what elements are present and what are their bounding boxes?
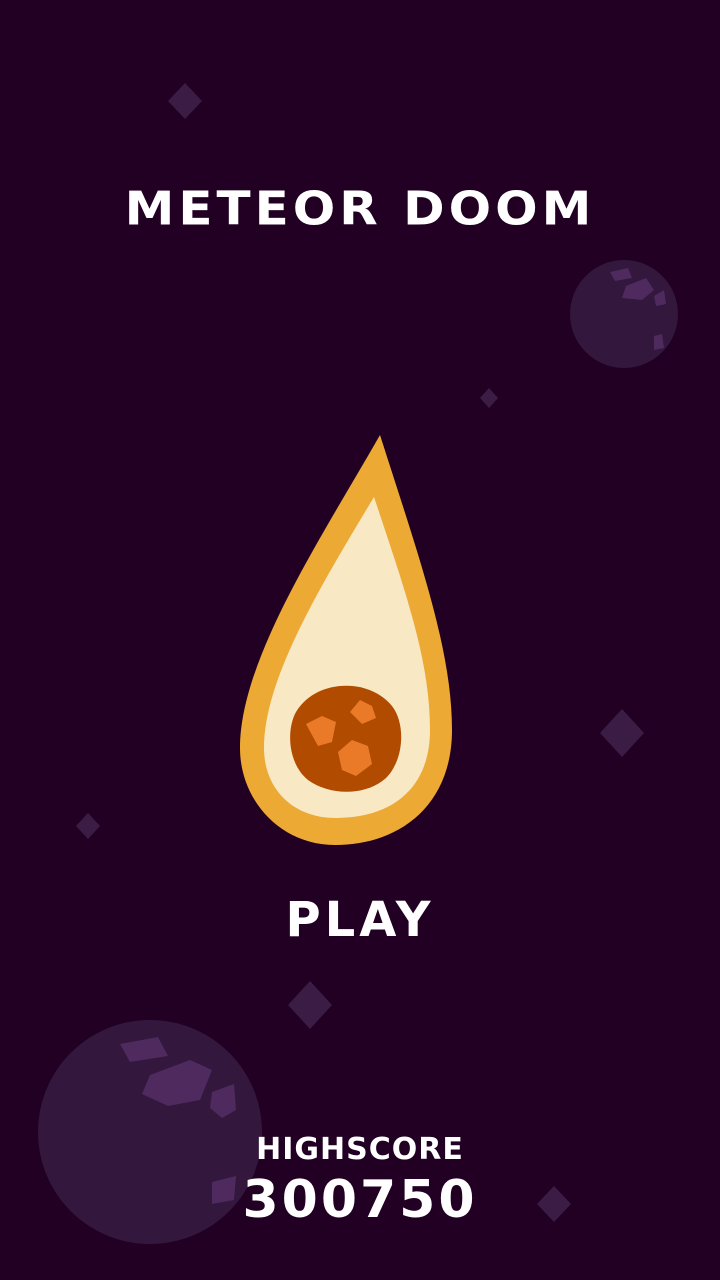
highscore-value: 300750 (242, 1170, 478, 1230)
star-decoration (600, 709, 644, 757)
planet-small (570, 260, 678, 368)
highscore-label: HIGHSCORE (256, 1132, 464, 1167)
star-decoration (288, 981, 332, 1029)
game-title: METEOR DOOM (124, 182, 596, 236)
play-button[interactable]: PLAY (0, 892, 720, 948)
star-decoration (168, 83, 202, 119)
star-decoration (76, 813, 100, 839)
star-decoration (480, 388, 498, 408)
meteor-logo (240, 435, 452, 845)
